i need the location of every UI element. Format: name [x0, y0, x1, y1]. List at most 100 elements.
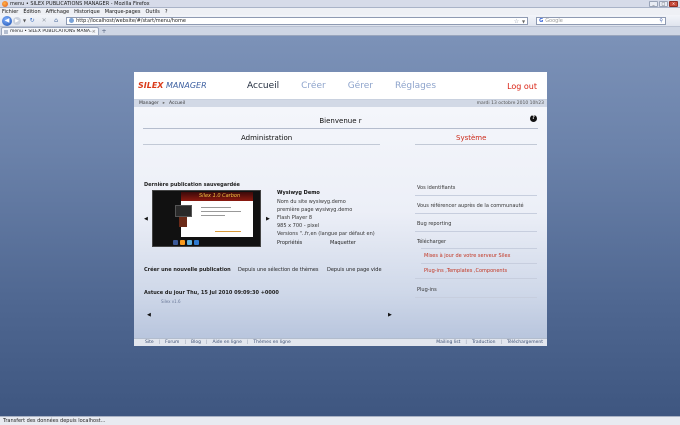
publication-thumbnail[interactable]: Silex 1.0 Carbon	[152, 190, 261, 247]
facebook-icon	[173, 240, 178, 245]
search-placeholder[interactable]: Google	[545, 18, 563, 24]
create-from-themes-link[interactable]: Depuis une sélection de thèmes	[238, 267, 319, 273]
system-title: Système	[456, 134, 487, 142]
footer-left-links: Site | Forum | Blog | Aide en ligne | Th…	[145, 340, 291, 345]
next-arrow-icon[interactable]: ▶	[266, 216, 270, 222]
demo-line: Flash Player 8	[277, 215, 313, 221]
silex-version: Silex v1.6	[161, 299, 181, 304]
menu-bookmarks[interactable]: Marque-pages	[105, 9, 141, 15]
back-arrow-icon[interactable]: ◀	[2, 15, 12, 26]
tip-next-arrow-icon[interactable]: ▶	[388, 312, 392, 318]
divider	[143, 128, 538, 129]
demo-line: Versions "..fr,en (langue par défaut en)	[277, 231, 375, 237]
thumb-side-panel	[175, 205, 192, 217]
app-header: SILEX MANAGER Accueil Créer Gérer Réglag…	[134, 72, 547, 100]
prev-arrow-icon[interactable]: ◀	[144, 216, 148, 222]
footer-link-blog[interactable]: Blog	[191, 340, 201, 345]
nav-reglages[interactable]: Réglages	[395, 81, 436, 91]
create-publication-title: Créer une nouvelle publication	[144, 267, 231, 273]
delicious-icon	[194, 240, 199, 245]
nav-accueil[interactable]: Accueil	[247, 81, 279, 91]
site-globe-icon	[69, 18, 75, 23]
bookmark-star-icon[interactable]: ☆	[514, 18, 519, 25]
nav-creer[interactable]: Créer	[301, 81, 326, 91]
home-icon[interactable]: ⌂	[52, 17, 60, 25]
logo-silex-text: SILEX	[138, 81, 164, 90]
reload-icon[interactable]: ↻	[28, 17, 36, 25]
tab-favicon-icon	[4, 29, 8, 34]
history-dropdown-icon[interactable]: ▼	[23, 18, 26, 23]
footer-link-site[interactable]: Site	[145, 340, 154, 345]
system-item-telecharger[interactable]: Télécharger	[417, 239, 446, 245]
footer-link-mailing[interactable]: Mailing list	[436, 340, 460, 345]
rss-icon	[180, 240, 185, 245]
logout-link[interactable]: Log out	[507, 82, 537, 91]
browser-tab[interactable]: menu • SILEX PUBLICATIONS MANA... ×	[1, 27, 99, 35]
menu-file[interactable]: Fichier	[2, 9, 18, 15]
demo-line: première page wysiwyg.demo	[277, 207, 353, 213]
stop-icon[interactable]: ✕	[40, 17, 48, 25]
demo-title: Wysiwyg Demo	[277, 190, 320, 196]
forward-arrow-icon[interactable]: ▶	[13, 16, 21, 25]
footer-right-links: Mailing list | Traduction | Téléchargeme…	[436, 340, 543, 345]
window-controls: _ □ ×	[649, 1, 678, 7]
footer-link-telechargement[interactable]: Téléchargement	[507, 340, 543, 345]
administration-title: Administration	[241, 134, 293, 142]
firefox-icon	[2, 0, 8, 7]
breadcrumb-accueil[interactable]: Accueil	[169, 101, 185, 106]
menu-tools[interactable]: Outils	[145, 9, 159, 15]
app-footer: Site | Forum | Blog | Aide en ligne | Th…	[134, 338, 547, 346]
main-nav: Accueil Créer Gérer Réglages	[247, 81, 458, 91]
status-text: Transfert des données depuis localhost..…	[3, 418, 106, 424]
system-item-identifiants[interactable]: Vos identifiants	[417, 185, 455, 191]
menu-view[interactable]: Affichage	[46, 9, 70, 15]
system-item-mises-a-jour[interactable]: Mises à jour de votre serveur Silex	[424, 253, 510, 259]
menu-edit[interactable]: Édition	[23, 9, 40, 15]
minimize-button[interactable]: _	[649, 1, 658, 7]
create-from-blank-link[interactable]: Depuis une page vide	[327, 267, 382, 273]
url-dropdown-icon[interactable]: ▼	[522, 18, 525, 25]
breadcrumb: Manager ▸ Accueil mardi 13 octobre 2010 …	[134, 100, 547, 107]
url-text[interactable]: http://localhost/website/#/start/menu/ho…	[76, 18, 186, 24]
status-bar: Transfert des données depuis localhost..…	[0, 416, 680, 425]
footer-link-aide[interactable]: Aide en ligne	[212, 340, 241, 345]
close-window-button[interactable]: ×	[669, 1, 678, 7]
divider	[143, 144, 380, 145]
menu-help[interactable]: ?	[165, 9, 168, 15]
nav-gerer[interactable]: Gérer	[348, 81, 373, 91]
window-titlebar: menu • SILEX PUBLICATIONS MANAGER - Mozi…	[0, 0, 680, 8]
mockup-link[interactable]: Maquetter	[330, 240, 356, 246]
menu-history[interactable]: Historique	[74, 9, 100, 15]
footer-link-themes[interactable]: Thèmes en ligne	[253, 340, 290, 345]
tab-close-icon[interactable]: ×	[92, 29, 96, 35]
thumb-social-icons	[173, 240, 199, 245]
tip-prev-arrow-icon[interactable]: ◀	[147, 312, 151, 318]
current-date: mardi 13 octobre 2010 10h23	[476, 101, 544, 106]
navigation-toolbar: ◀ ▶ ▼ ↻ ✕ ⌂ http://localhost/website/#/s…	[0, 15, 680, 27]
system-item-referencer[interactable]: Vous référencer auprès de la communauté	[417, 203, 524, 209]
footer-link-forum[interactable]: Forum	[165, 340, 179, 345]
last-publication-title: Dernière publication sauvegardée	[144, 182, 240, 188]
divider	[415, 144, 537, 145]
menu-bar: Fichier Édition Affichage Historique Mar…	[0, 8, 680, 15]
search-bar[interactable]: G Google ⚲	[536, 16, 667, 25]
maximize-button[interactable]: □	[659, 1, 668, 7]
silex-logo[interactable]: SILEX MANAGER	[138, 81, 207, 90]
properties-link[interactable]: Propriétés	[277, 240, 302, 246]
system-item-bug-reporting[interactable]: Bug reporting	[417, 221, 451, 227]
tip-of-the-day: Astuce du jour Thu, 15 Jul 2010 09:09:30…	[144, 290, 279, 296]
google-icon[interactable]: G	[539, 18, 543, 24]
tab-label[interactable]: menu • SILEX PUBLICATIONS MANA...	[10, 29, 94, 34]
window-title: menu • SILEX PUBLICATIONS MANAGER - Mozi…	[10, 0, 150, 7]
search-icon[interactable]: ⚲	[659, 18, 663, 25]
breadcrumb-manager[interactable]: Manager	[139, 101, 159, 106]
system-item-plugins-templates[interactable]: Plug-ins ,Templates ,Components	[424, 268, 507, 274]
demo-line: 985 x 700 - pixel	[277, 223, 320, 229]
welcome-text: Bienvenue r	[319, 117, 362, 125]
system-item-plugins[interactable]: Plug-ins	[417, 287, 437, 293]
breadcrumb-separator-icon: ▸	[162, 101, 165, 106]
thumb-header: Silex 1.0 Carbon	[181, 192, 253, 201]
footer-link-traduction[interactable]: Traduction	[472, 340, 496, 345]
new-tab-icon[interactable]: +	[100, 28, 108, 35]
url-bar[interactable]: http://localhost/website/#/start/menu/ho…	[66, 16, 529, 25]
